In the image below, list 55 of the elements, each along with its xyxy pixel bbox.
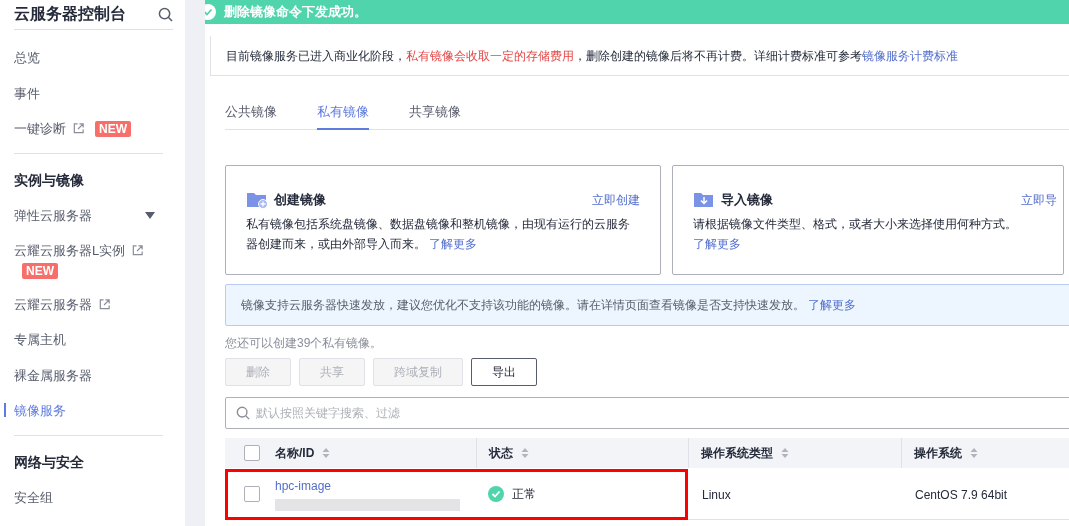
card-action-link[interactable]: 立即导 [1021, 190, 1057, 209]
learn-more-link[interactable]: 了解更多 [693, 236, 741, 251]
nav-item[interactable]: 安全组 [14, 487, 53, 507]
quota-text: 您还可以创建39个私有镜像。 [225, 335, 384, 352]
learn-more-link[interactable]: 了解更多 [808, 298, 857, 312]
table-cell: Linux [702, 487, 731, 502]
nav-item[interactable]: 镜像服务 [14, 401, 66, 421]
section-heading: 网络与安全 [14, 453, 85, 472]
check-circle-icon [488, 485, 504, 502]
table-cell: CentOS 7.9 64bit [915, 487, 1008, 502]
column-header: 状态 [489, 445, 513, 462]
section-heading: 实例与镜像 [14, 171, 85, 190]
tab[interactable]: 共享镜像 [409, 96, 461, 130]
nav-item[interactable]: 云耀云服务器L实例 [14, 241, 126, 261]
toast-message: 删除镜像命令下发成功。 [224, 3, 367, 22]
card-action-link[interactable]: 立即创建 [592, 190, 640, 209]
nav-item[interactable]: 弹性云服务器 [14, 205, 92, 225]
nav-item[interactable]: 裸金属服务器 [14, 365, 92, 385]
nav-item[interactable]: 一键诊断 [14, 119, 66, 139]
checkbox[interactable] [244, 485, 260, 502]
nav-item[interactable]: 专属主机 [14, 330, 66, 350]
card-description: 私有镜像包括系统盘镜像、数据盘镜像和整机镜像，由现有运行的云服务器创建而来，或由外部导入而来。 了解更多 [246, 215, 631, 253]
learn-more-link[interactable]: 了解更多 [429, 236, 478, 251]
tab[interactable]: 私有镜像 [317, 96, 369, 130]
new-badge: NEW [95, 120, 131, 137]
new-badge: NEW [22, 262, 58, 279]
column-header: 操作系统类型 [701, 445, 773, 462]
tab[interactable]: 公共镜像 [225, 96, 277, 130]
notice-text: 目前镜像服务已进入商业化阶段，私有镜像会收取一定的存储费用，删除创建的镜像后将不再计费。详细计费标准可参考镜像服务计费标准 [226, 47, 958, 65]
sort-icon[interactable] [322, 447, 331, 459]
search-icon[interactable] [158, 6, 173, 22]
sort-icon[interactable] [521, 447, 529, 459]
console-title: 云服务器控制台 [14, 4, 126, 24]
column-header: 操作系统 [914, 445, 962, 462]
nav-item[interactable]: 事件 [14, 83, 40, 103]
search-icon [236, 406, 250, 420]
sort-icon[interactable] [781, 447, 789, 459]
search-input[interactable]: 默认按照关键字搜索、过滤 [256, 404, 1069, 422]
card-title: 导入镜像 [721, 191, 773, 209]
checkbox[interactable] [244, 445, 260, 461]
column-header: 名称/ID [275, 445, 315, 462]
billing-link[interactable]: 镜像服务计费标准 [862, 48, 958, 63]
folder-download-icon [693, 190, 715, 209]
sort-icon[interactable] [970, 447, 978, 459]
card-description: 请根据镜像文件类型、格式，或者大小来选择使用何种方式。 了解更多 [693, 215, 1018, 253]
status-text: 正常 [512, 485, 536, 503]
search-field[interactable]: 默认按照关键字搜索、过滤 [225, 397, 1069, 429]
nav-item[interactable]: 云耀云服务器 [14, 294, 92, 314]
caret-down-icon[interactable] [145, 211, 155, 219]
toolbar-button[interactable]: 导出 [471, 358, 537, 386]
image-name-link[interactable]: hpc-image [275, 476, 476, 495]
nav-item[interactable]: 总览 [14, 48, 40, 68]
folder-plus-icon [246, 190, 268, 209]
card-title: 创建镜像 [274, 191, 326, 209]
info-text: 镜像支持云服务器快速发放，建议您优化不支持该功能的镜像。请在详情页面查看镜像是否支持快速发放。 了解更多 [241, 297, 857, 314]
